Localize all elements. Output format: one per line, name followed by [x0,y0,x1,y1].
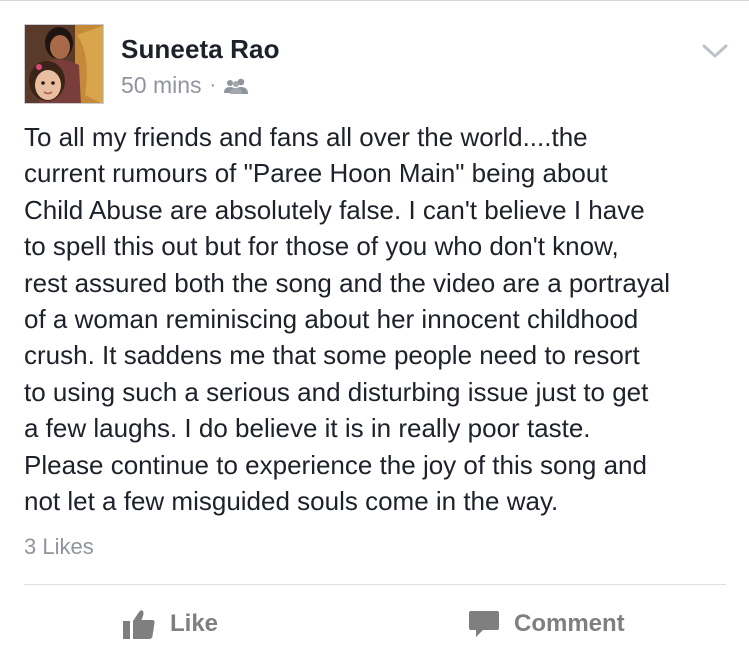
top-divider [0,0,749,1]
post-meta: 50 mins · [121,70,249,100]
avatar[interactable] [24,24,104,104]
thumbs-up-icon [123,610,155,639]
like-label: Like [170,610,219,637]
author-name[interactable]: Suneeta Rao [121,34,280,65]
speech-bubble-icon [469,611,499,637]
post-body: To all my friends and fans all over the … [24,122,671,517]
friends-icon[interactable] [224,75,249,95]
comment-button[interactable]: Comment [468,602,625,646]
comment-label: Comment [514,610,625,637]
actions-divider [24,584,726,585]
timestamp[interactable]: 50 mins [121,72,202,99]
likes-count[interactable]: 3 Likes [24,534,94,560]
chevron-down-icon[interactable] [700,36,730,66]
profile-photo [25,25,103,103]
meta-separator: · [209,73,217,96]
like-button[interactable]: Like [122,602,218,646]
